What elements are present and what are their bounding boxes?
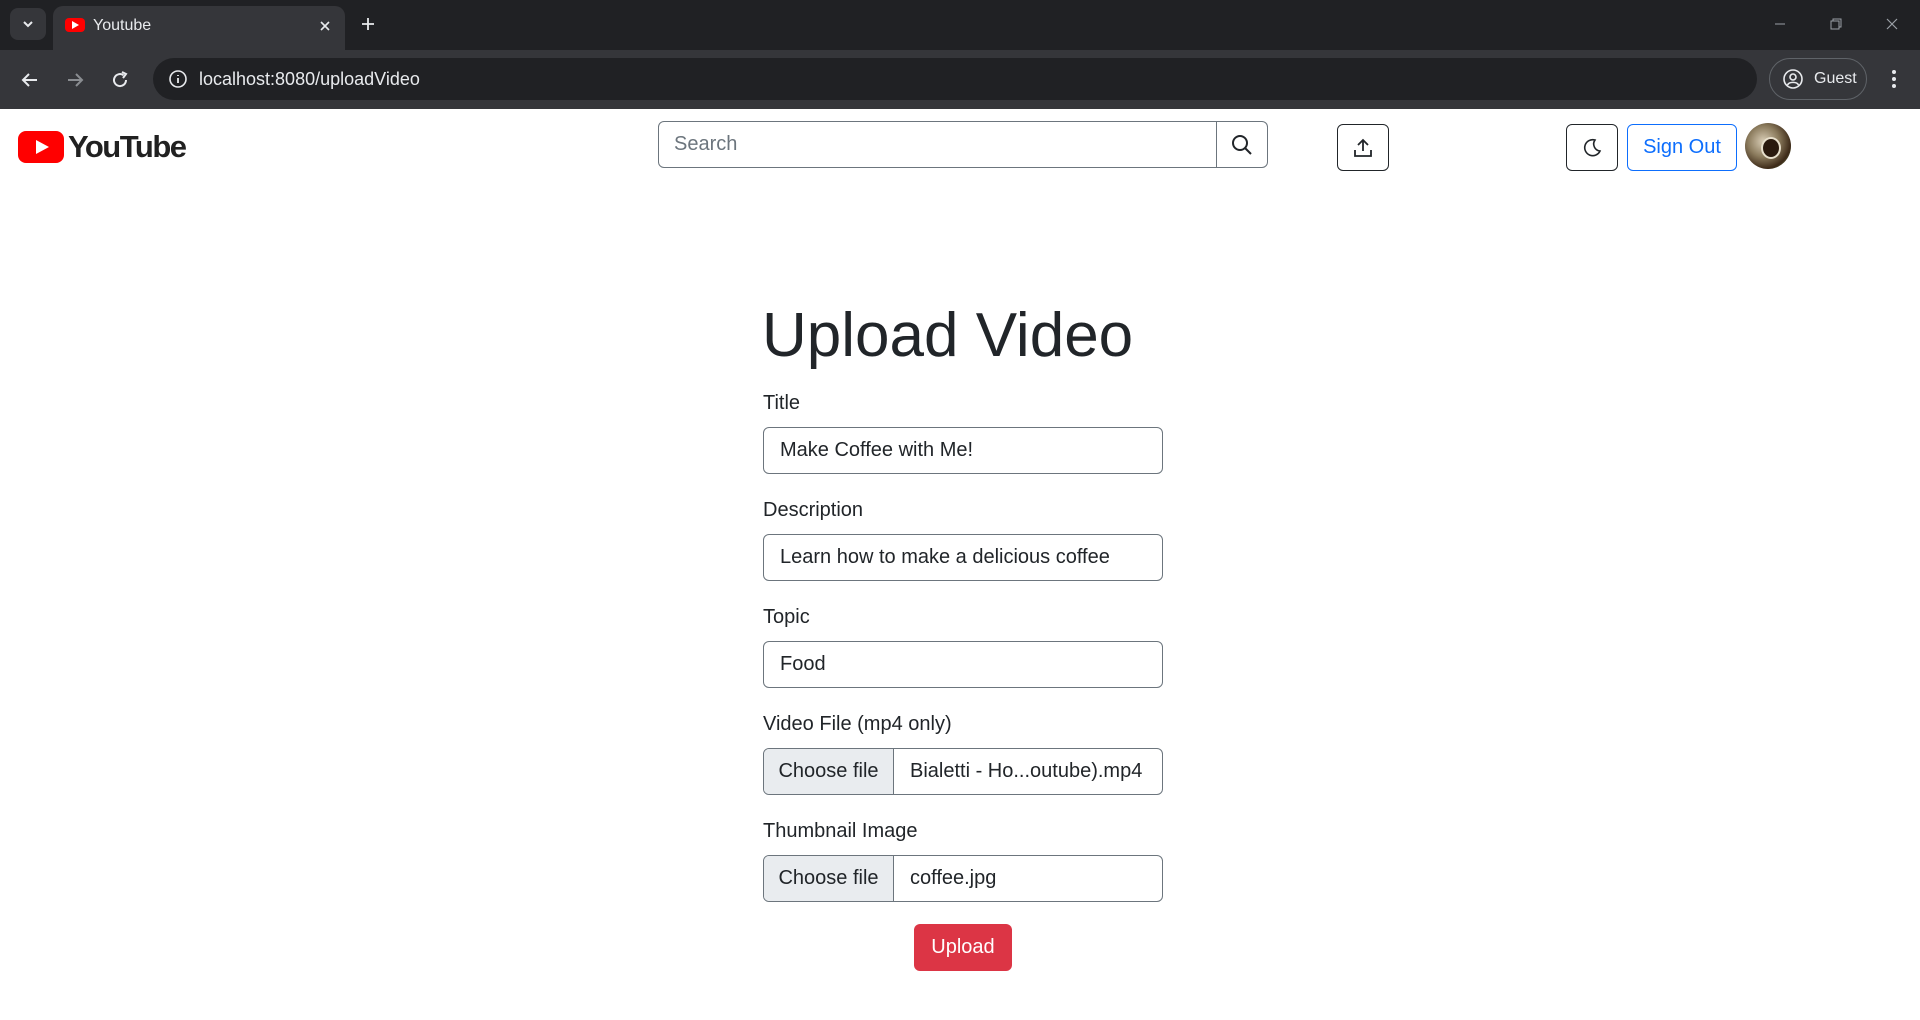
- video-file-name: Bialetti - Ho...outube).mp4: [910, 760, 1143, 782]
- browser-tabstrip: Youtube: [0, 0, 1920, 50]
- reload-icon: [113, 71, 128, 88]
- logo-text: YouTube: [68, 129, 187, 164]
- description-input[interactable]: Learn how to make a delicious coffee: [763, 534, 1163, 581]
- video-choose-file-button[interactable]: Choose file: [764, 749, 894, 794]
- upload-icon: [1354, 138, 1372, 157]
- tab-close-button[interactable]: [313, 14, 337, 38]
- info-icon[interactable]: [167, 68, 189, 90]
- topic-label: Topic: [763, 606, 810, 628]
- search-icon: [1232, 134, 1252, 155]
- moon-icon: [1584, 138, 1602, 156]
- profile-label: Guest: [1814, 70, 1857, 87]
- search-bar: [658, 121, 1268, 168]
- forward-arrow-icon: [68, 73, 84, 87]
- url-text: localhost:8080/uploadVideo: [199, 69, 420, 89]
- search-input[interactable]: [658, 121, 1217, 168]
- dark-mode-toggle[interactable]: [1566, 124, 1618, 171]
- topic-input[interactable]: Food: [763, 641, 1163, 688]
- youtube-logo-icon: [18, 131, 64, 163]
- reload-button[interactable]: [104, 64, 136, 96]
- browser-toolbar: localhost:8080/uploadVideo Guest: [0, 50, 1920, 109]
- sign-out-button[interactable]: Sign Out: [1627, 124, 1737, 171]
- window-close-button[interactable]: [1880, 12, 1904, 36]
- new-tab-button[interactable]: [354, 10, 382, 38]
- thumbnail-file-name: coffee.jpg: [910, 867, 997, 889]
- thumbnail-choose-file-button[interactable]: Choose file: [764, 856, 894, 901]
- video-file-field: Video File (mp4 only) Choose file Bialet…: [763, 713, 1163, 795]
- tab-title: Youtube: [93, 17, 152, 34]
- title-field: Title Make Coffee with Me!: [763, 392, 1163, 474]
- thumbnail-field: Thumbnail Image Choose file coffee.jpg: [763, 820, 1163, 902]
- avatar[interactable]: [1745, 123, 1791, 169]
- description-label: Description: [763, 499, 864, 521]
- close-icon: [1886, 18, 1898, 30]
- app-header: YouTube Sign Out: [0, 109, 1920, 184]
- topic-field: Topic Food: [763, 606, 1163, 688]
- title-input[interactable]: Make Coffee with Me!: [763, 427, 1163, 474]
- browser-tab[interactable]: Youtube: [53, 6, 345, 50]
- upload-button[interactable]: [1337, 124, 1389, 171]
- thumbnail-label: Thumbnail Image: [763, 820, 918, 842]
- kebab-menu-icon: [1892, 70, 1896, 88]
- chevron-down-icon: [23, 21, 33, 28]
- browser-menu-button[interactable]: [1882, 62, 1906, 96]
- profile-button[interactable]: Guest: [1769, 58, 1867, 100]
- back-arrow-icon: [21, 73, 37, 87]
- restore-button[interactable]: [1824, 12, 1848, 36]
- page-title: Upload Video: [762, 301, 1134, 370]
- restore-icon: [1830, 18, 1842, 30]
- video-file-input[interactable]: Choose file Bialetti - Ho...outube).mp4: [763, 748, 1163, 795]
- tab-search-button[interactable]: [10, 8, 46, 40]
- video-file-label: Video File (mp4 only): [763, 713, 952, 735]
- address-bar[interactable]: localhost:8080/uploadVideo: [153, 58, 1757, 100]
- close-icon: [320, 21, 330, 31]
- back-button[interactable]: [14, 64, 46, 96]
- search-button[interactable]: [1217, 121, 1268, 168]
- description-field: Description Learn how to make a deliciou…: [763, 499, 1163, 581]
- upload-submit-button[interactable]: Upload: [914, 924, 1012, 971]
- youtube-logo[interactable]: YouTube: [18, 129, 187, 164]
- title-label: Title: [763, 392, 801, 414]
- minimize-button[interactable]: [1768, 12, 1792, 36]
- profile-icon: [1782, 68, 1804, 90]
- minimize-icon: [1775, 23, 1785, 25]
- youtube-favicon: [65, 18, 85, 32]
- thumbnail-file-input[interactable]: Choose file coffee.jpg: [763, 855, 1163, 902]
- plus-icon: [362, 18, 374, 30]
- forward-button[interactable]: [59, 64, 91, 96]
